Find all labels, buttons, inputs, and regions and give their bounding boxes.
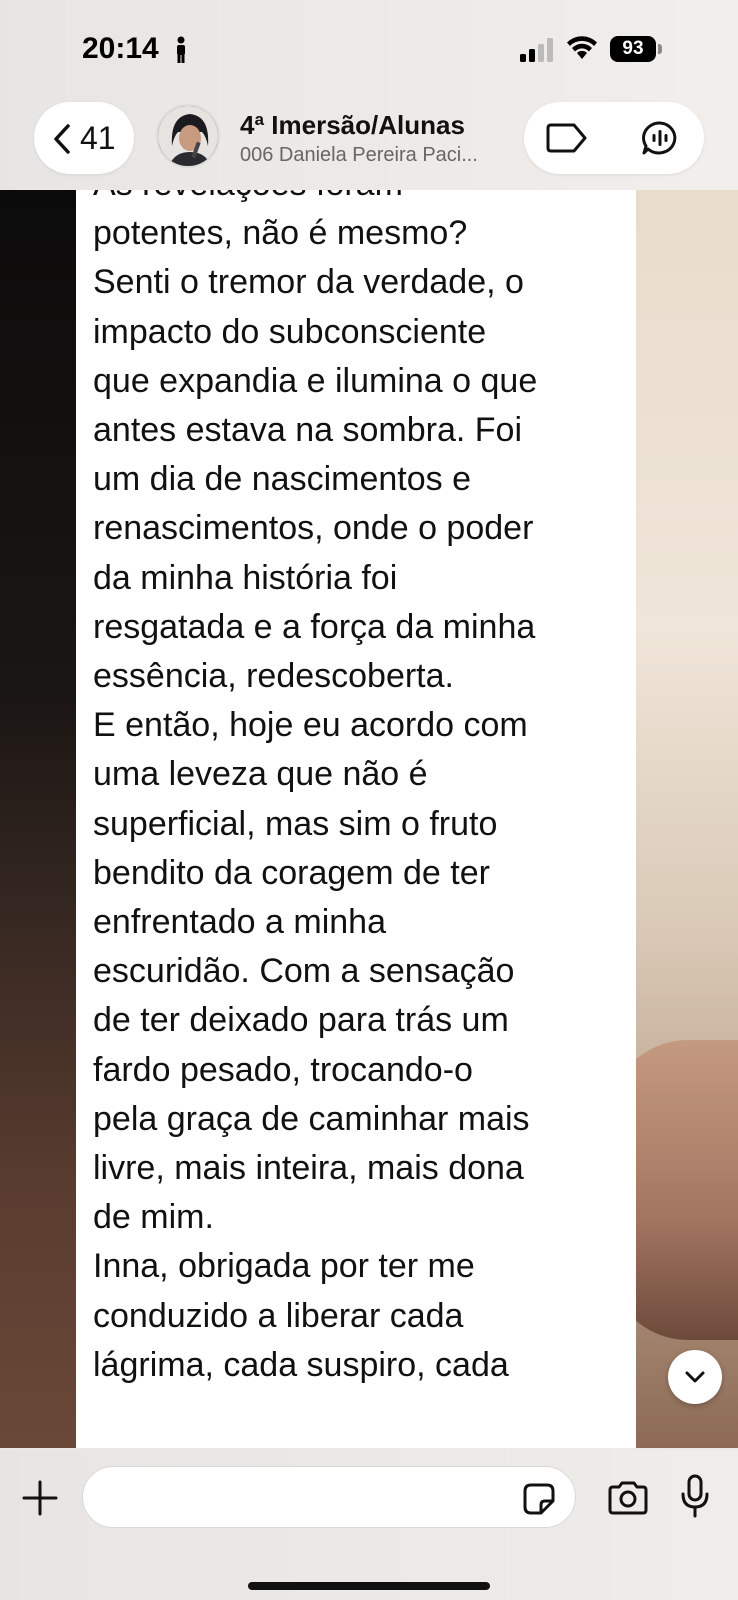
- voice-chat-icon[interactable]: [640, 120, 680, 156]
- status-time: 20:14: [82, 32, 159, 65]
- camera-icon[interactable]: [606, 1480, 650, 1516]
- battery-tip: [658, 44, 662, 54]
- chevron-left-icon: [54, 124, 70, 154]
- group-title[interactable]: 4ª Imersão/Alunas: [240, 110, 465, 141]
- message-input[interactable]: [82, 1466, 576, 1528]
- wifi-icon: [567, 36, 597, 59]
- avatar-photo: [158, 106, 218, 166]
- chat-header: 41 4ª Imersão/Alunas 006 Daniela Pereira…: [0, 96, 738, 190]
- status-bar: 20:14 93: [0, 0, 738, 96]
- header-actions: [524, 102, 704, 174]
- group-avatar[interactable]: [156, 104, 220, 168]
- battery-indicator: 93: [610, 36, 664, 62]
- group-subtitle[interactable]: 006 Daniela Pereira Paci...: [240, 144, 510, 167]
- person-icon: [177, 36, 185, 63]
- unread-count: 41: [80, 120, 116, 156]
- microphone-icon[interactable]: [680, 1474, 710, 1518]
- cellular-signal-icon: [520, 38, 553, 62]
- chevron-down-icon: [685, 1371, 705, 1383]
- message-image[interactable]: As revelações foram potentes, não é mesm…: [76, 190, 636, 1448]
- back-button[interactable]: 41: [34, 102, 134, 174]
- composer-bar: [0, 1448, 738, 1600]
- home-indicator: [248, 1582, 490, 1590]
- scroll-to-bottom-button[interactable]: [668, 1350, 722, 1404]
- plus-icon[interactable]: [20, 1478, 60, 1518]
- battery-level: 93: [610, 36, 656, 62]
- label-tag-icon[interactable]: [544, 122, 588, 154]
- sticker-icon[interactable]: [522, 1482, 556, 1516]
- message-text: As revelações foram potentes, não é mesm…: [93, 190, 538, 1384]
